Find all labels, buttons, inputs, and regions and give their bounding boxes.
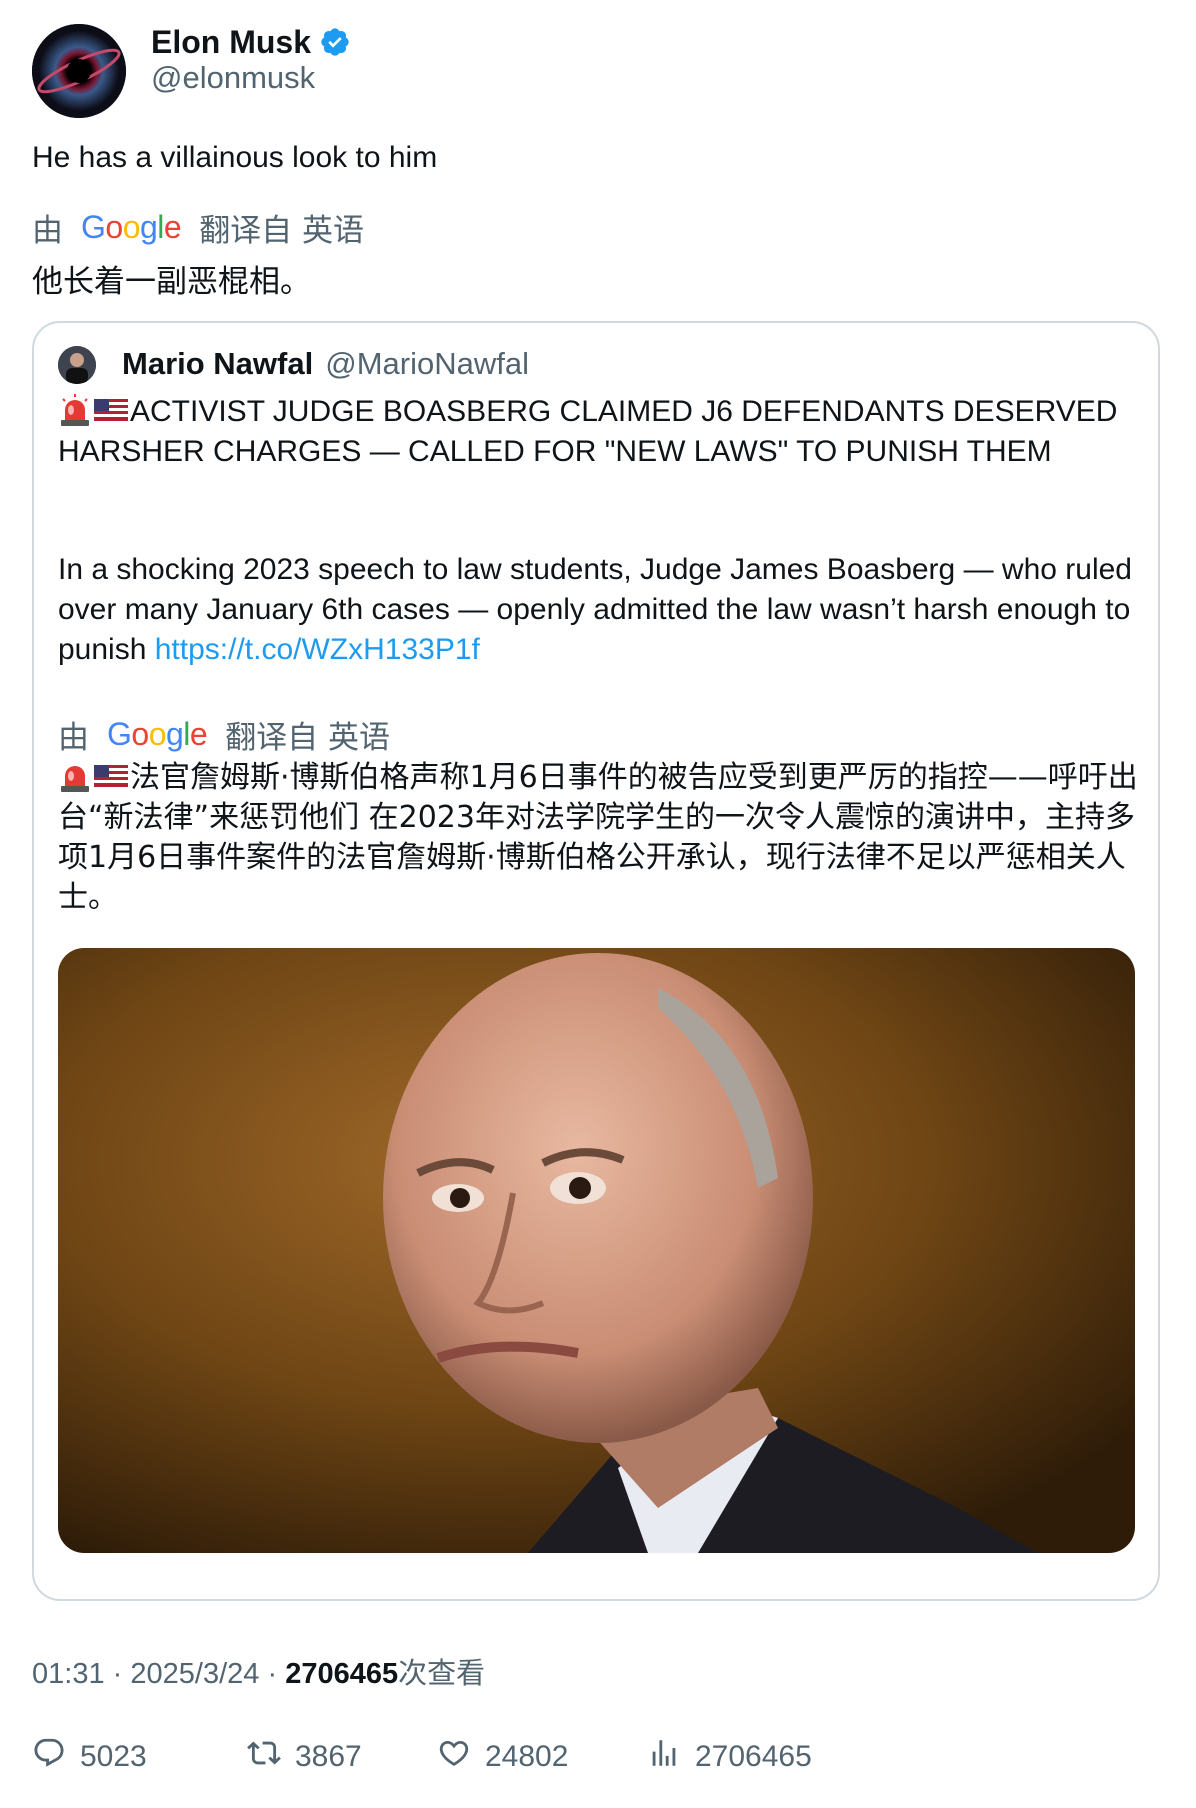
quoted-author-handle[interactable]: @MarioNawfal	[325, 346, 529, 382]
us-flag-emoji-icon	[94, 393, 128, 427]
action-bar: 5023 3867 24802 2706465	[32, 1736, 1132, 1786]
translation-from: 翻译自 英语	[225, 719, 391, 756]
author-handle[interactable]: @elonmusk	[151, 60, 315, 96]
quoted-translated-text: 法官詹姆斯·博斯伯格声称1月6日事件的被告应受到更严厉的指控——呼吁出台“新法律…	[58, 758, 1138, 918]
quoted-author-row: Mario Nawfal @MarioNawfal	[122, 342, 529, 386]
tweet-text: He has a villainous look to him	[32, 141, 438, 174]
verified-badge-icon	[319, 26, 351, 58]
google-logo: Google	[107, 715, 208, 752]
tweet-meta: 01:31 · 2025/3/24 · 2706465次查看	[32, 1650, 485, 1692]
siren-emoji-icon	[58, 759, 92, 793]
retweet-count: 3867	[295, 1740, 362, 1773]
google-logo: Google	[81, 208, 182, 245]
reply-count: 5023	[80, 1740, 147, 1773]
retweet-button[interactable]: 3867	[247, 1736, 362, 1778]
views-stat: 2706465	[695, 1740, 812, 1773]
quoted-link[interactable]: https://t.co/WZxH133P1f	[155, 633, 480, 666]
quoted-author-avatar[interactable]	[58, 346, 96, 384]
meta-separator: ·	[267, 1658, 278, 1690]
translation-by: 由	[58, 719, 89, 756]
us-flag-emoji-icon	[94, 759, 128, 793]
author-name-row: Elon Musk	[151, 20, 351, 64]
translation-attribution: 由 Google 翻译自 英语	[32, 205, 364, 249]
like-count: 24802	[485, 1740, 569, 1773]
reply-button[interactable]: 5023	[32, 1736, 147, 1778]
tweet-date[interactable]: 2025/3/24	[130, 1658, 259, 1690]
views-button[interactable]: 2706465	[647, 1736, 812, 1778]
views-label: 次查看	[398, 1656, 486, 1690]
quoted-photo[interactable]	[58, 948, 1135, 1553]
translation-from: 翻译自 英语	[199, 212, 365, 249]
reply-icon	[32, 1736, 66, 1778]
siren-emoji-icon	[58, 393, 92, 427]
like-icon	[437, 1736, 471, 1778]
author-avatar[interactable]	[32, 24, 126, 118]
author-name[interactable]: Elon Musk	[151, 24, 311, 61]
quoted-author-name[interactable]: Mario Nawfal	[122, 346, 313, 382]
translation-by: 由	[32, 212, 63, 249]
like-button[interactable]: 24802	[437, 1736, 568, 1778]
meta-separator: ·	[112, 1658, 123, 1690]
quoted-headline-text: ACTIVIST JUDGE BOASBERG CLAIMED J6 DEFEN…	[58, 395, 1118, 468]
quoted-translation-attribution: 由 Google 翻译自 英语	[58, 712, 390, 756]
tweet-time[interactable]: 01:31	[32, 1658, 105, 1690]
retweet-icon	[247, 1736, 281, 1778]
quoted-paragraph: In a shocking 2023 speech to law student…	[58, 550, 1138, 670]
quoted-headline: ACTIVIST JUDGE BOASBERG CLAIMED J6 DEFEN…	[58, 392, 1138, 472]
views-icon	[647, 1736, 681, 1778]
translated-text: 他长着一副恶棍相。	[32, 264, 311, 300]
views-count: 2706465	[285, 1658, 399, 1690]
quoted-translated-text-body: 法官詹姆斯·博斯伯格声称1月6日事件的被告应受到更严厉的指控——呼吁出台“新法律…	[58, 760, 1138, 915]
